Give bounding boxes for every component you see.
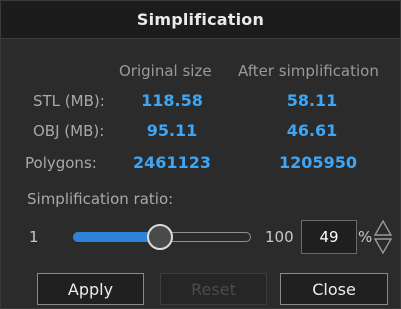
dialog-title: Simplification	[136, 10, 265, 29]
slider-max-label: 100	[265, 228, 294, 246]
reset-button[interactable]: Reset	[160, 273, 267, 305]
apply-button[interactable]: Apply	[37, 273, 144, 305]
titlebar: Simplification	[1, 1, 400, 39]
simplification-dialog: Simplification Original size After simpl…	[0, 0, 401, 309]
close-button[interactable]: Close	[280, 273, 388, 305]
ratio-slider[interactable]	[73, 224, 251, 250]
column-header-after: After simplification	[238, 62, 379, 80]
stl-after-value: 58.11	[286, 91, 338, 110]
row-label-stl: STL (MB):	[33, 92, 105, 110]
slider-thumb[interactable]	[147, 224, 173, 250]
ratio-value-input[interactable]: 49	[301, 220, 357, 254]
row-label-obj: OBJ (MB):	[33, 122, 105, 140]
column-header-original: Original size	[119, 62, 212, 80]
obj-original-value: 95.11	[146, 121, 198, 140]
spin-up-icon[interactable]	[373, 219, 393, 236]
obj-after-value: 46.61	[286, 121, 338, 140]
polygons-original-value: 2461123	[133, 153, 211, 172]
up-down-arrows-icon[interactable]	[373, 219, 393, 255]
percent-unit: %	[358, 228, 373, 246]
ratio-label: Simplification ratio:	[27, 190, 174, 208]
stl-original-value: 118.58	[141, 91, 203, 110]
spin-down-icon[interactable]	[373, 238, 393, 255]
row-label-polygons: Polygons:	[25, 154, 97, 172]
ratio-value: 49	[319, 228, 339, 246]
polygons-after-value: 1205950	[279, 153, 357, 172]
slider-min-label: 1	[29, 228, 39, 246]
